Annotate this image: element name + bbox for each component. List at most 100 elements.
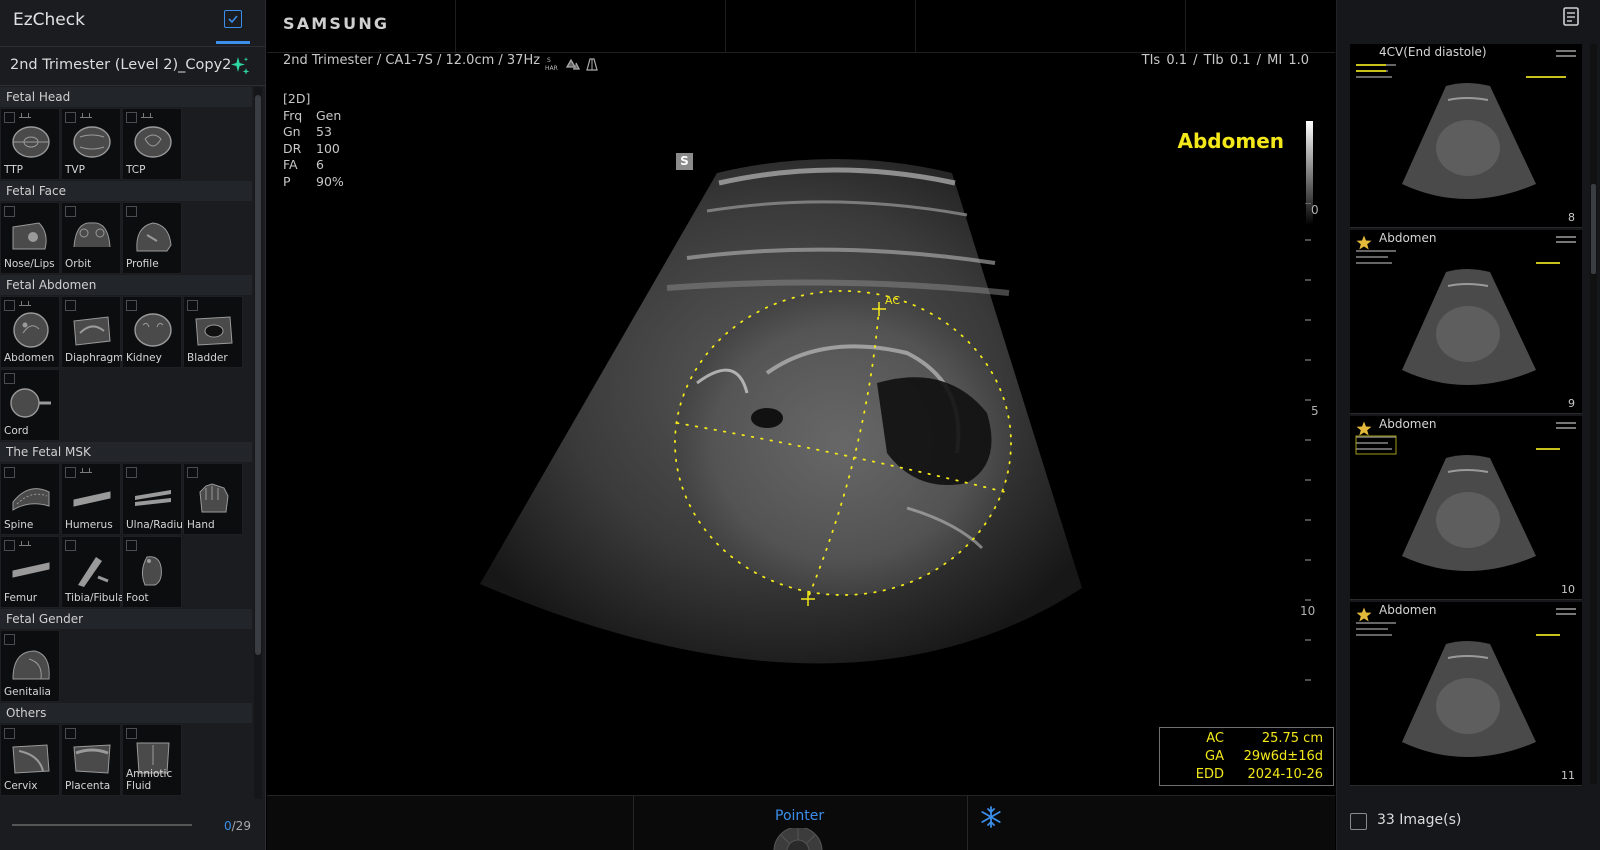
- snowflake-icon[interactable]: [980, 806, 1002, 828]
- body-mark-label: Abdomen: [1177, 129, 1285, 153]
- section-header[interactable]: The Fetal MSK: [0, 442, 252, 462]
- checklist-item[interactable]: Bladder: [183, 296, 243, 368]
- checklist-item-checkbox[interactable]: [65, 206, 76, 217]
- thumbnail-title: 4CV(End diastole): [1379, 45, 1487, 59]
- checklist-progress-bar: [12, 824, 192, 826]
- checklist-progress-count: 0/29: [224, 819, 251, 833]
- checklist-item-checkbox[interactable]: [4, 373, 15, 384]
- report-icon[interactable]: [1561, 6, 1581, 28]
- parameter-row: DR 100: [283, 141, 344, 158]
- section-header[interactable]: Fetal Face: [0, 181, 252, 201]
- checklist-item-checkbox[interactable]: [4, 206, 15, 217]
- sidebar-scrollbar[interactable]: [254, 87, 262, 799]
- checklist-item-checkbox[interactable]: [4, 540, 15, 551]
- checklist-item[interactable]: TTP: [0, 108, 60, 180]
- checklist-item-label: Bladder: [187, 352, 228, 364]
- checklist-item[interactable]: Placenta: [61, 724, 121, 796]
- checklist-item[interactable]: Humerus: [61, 463, 121, 535]
- image-thumbnail[interactable]: Abdomen 9: [1350, 230, 1582, 414]
- checklist-item-checkbox[interactable]: [65, 467, 76, 478]
- checklist-item[interactable]: Tibia/Fibula: [61, 536, 124, 608]
- checklist-item-checkbox[interactable]: [126, 467, 137, 478]
- checklist-item-checkbox[interactable]: [65, 300, 76, 311]
- thumbnail-number: 8: [1568, 211, 1575, 224]
- checklist-item[interactable]: Femur: [0, 536, 60, 608]
- section-header[interactable]: Fetal Head: [0, 87, 252, 107]
- sidebar-scroll-thumb[interactable]: [255, 95, 261, 655]
- checklist-item-checkbox[interactable]: [187, 467, 198, 478]
- checklist-item[interactable]: TCP: [122, 108, 182, 180]
- checklist-item-checkbox[interactable]: [4, 112, 15, 123]
- section-header[interactable]: Fetal Gender: [0, 609, 252, 629]
- checklist-item[interactable]: Ulna/Radius: [122, 463, 188, 535]
- checklist-item-checkbox[interactable]: [65, 728, 76, 739]
- thumbnail-title: Abdomen: [1379, 417, 1437, 431]
- checklist-item-checkbox[interactable]: [4, 728, 15, 739]
- checklist-item-checkbox[interactable]: [65, 540, 76, 551]
- star-icon[interactable]: [1356, 607, 1372, 622]
- checklist-item-checkbox[interactable]: [4, 467, 15, 478]
- topbar-divider: [1185, 0, 1186, 52]
- ultrasound-image-area[interactable]: AC 2nd Trimester / CA1-7S / 12.0cm / 37H…: [267, 53, 1335, 795]
- checklist-item[interactable]: Orbit: [61, 202, 121, 274]
- checklist-item-checkbox[interactable]: [126, 112, 137, 123]
- checklist-item[interactable]: Genitalia: [0, 630, 60, 702]
- checklist-item[interactable]: Abdomen: [0, 296, 60, 368]
- checklist-item-checkbox[interactable]: [126, 300, 137, 311]
- section-header[interactable]: Others: [0, 703, 252, 723]
- measurement-key: AC: [1206, 731, 1224, 746]
- checklist-item[interactable]: Cervix: [0, 724, 60, 796]
- pointer-mode-label[interactable]: Pointer: [775, 808, 824, 824]
- star-icon[interactable]: [1356, 235, 1372, 250]
- checklist-item-checkbox[interactable]: [126, 728, 137, 739]
- checklist-item-checkbox[interactable]: [187, 300, 198, 311]
- thumbnail-scroll-thumb[interactable]: [1591, 184, 1596, 274]
- checklist-item-checkbox[interactable]: [65, 112, 76, 123]
- preset-selector[interactable]: 2nd Trimester (Level 2)_Copy2: [0, 46, 266, 86]
- section-header[interactable]: Fetal Abdomen: [0, 275, 252, 295]
- ultrasound-scan[interactable]: [267, 53, 1335, 795]
- scan-mode-icon: [586, 58, 598, 71]
- parameter-value: Gen: [316, 107, 342, 123]
- image-thumbnail[interactable]: 4CV(End diastole) 8: [1350, 44, 1582, 228]
- select-all-checkbox[interactable]: [1350, 813, 1367, 830]
- progress-total: /29: [231, 819, 251, 833]
- recycle-icon: [565, 58, 581, 70]
- ruler-icon: [19, 540, 31, 546]
- checklist-item-label: Spine: [4, 519, 34, 531]
- checklist-item[interactable]: Spine: [0, 463, 60, 535]
- checklist-item[interactable]: Kidney: [122, 296, 182, 368]
- parameter-row: Gn 53: [283, 124, 344, 141]
- ezcheck-sidebar: EzCheck 2nd Trimester (Level 2)_Copy2 Fe…: [0, 0, 266, 850]
- checklist-item-checkbox[interactable]: [126, 540, 137, 551]
- trackball-dial-icon[interactable]: [773, 828, 823, 850]
- checklist-item-label: Foot: [126, 592, 149, 604]
- measurement-result-box[interactable]: AC 25.75 cm GA 29w6d±16d EDD 2024-10-26: [1159, 727, 1334, 786]
- checklist-toggle-icon[interactable]: [224, 10, 242, 28]
- checklist-item[interactable]: Nose/Lips: [0, 202, 60, 274]
- checklist-item-checkbox[interactable]: [4, 300, 15, 311]
- checklist-item[interactable]: Amniotic Fluid: [122, 724, 182, 796]
- preset-name: 2nd Trimester (Level 2)_Copy2: [10, 57, 232, 73]
- image-thumbnail[interactable]: Abdomen 10: [1350, 416, 1582, 600]
- image-thumbnail[interactable]: Abdomen 11: [1350, 602, 1582, 786]
- safety-index-info: TIs 0.1 / TIb 0.1 / MI 1.0: [1141, 53, 1309, 68]
- checklist-item[interactable]: Hand: [183, 463, 243, 535]
- thumbnail-number: 11: [1561, 769, 1575, 782]
- sparkle-icon[interactable]: [229, 55, 251, 77]
- checklist-item[interactable]: Cord: [0, 369, 60, 441]
- checklist-item-label: Orbit: [65, 258, 92, 270]
- sidebar-footer: 0/29: [0, 810, 266, 850]
- checklist-item[interactable]: Profile: [122, 202, 182, 274]
- thumbnail-scrollbar[interactable]: [1590, 44, 1597, 784]
- measurement-key: EDD: [1195, 767, 1224, 782]
- checklist-item[interactable]: Diaphragm: [61, 296, 123, 368]
- checklist-item-checkbox[interactable]: [126, 206, 137, 217]
- checklist-item-label: Cord: [4, 425, 29, 437]
- checklist-item[interactable]: TVP: [61, 108, 121, 180]
- checklist-item[interactable]: Foot: [122, 536, 182, 608]
- checklist-item-checkbox[interactable]: [4, 634, 15, 645]
- checklist-view-list[interactable]: Fetal Head TTP TVP TCP Fetal Face Nose/Lips Or…: [0, 87, 254, 807]
- parameter-key: Gn: [283, 124, 301, 139]
- star-icon[interactable]: [1356, 421, 1372, 436]
